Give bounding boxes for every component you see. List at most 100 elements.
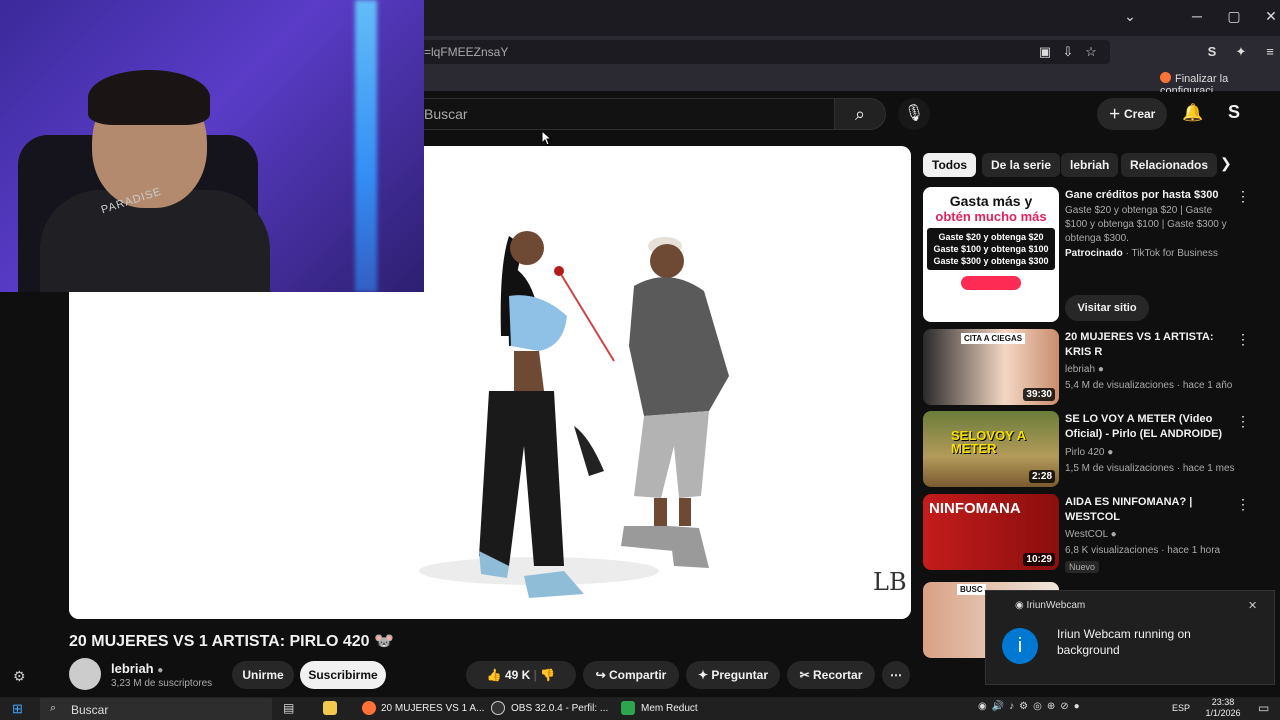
bookmark-star-icon[interactable]: ☆ bbox=[1082, 43, 1100, 61]
mem-reduct-icon[interactable] bbox=[621, 701, 635, 715]
notifications-bell-icon[interactable]: 🔔 bbox=[1182, 103, 1203, 123]
extension-s-icon[interactable]: S bbox=[1203, 43, 1221, 61]
new-badge: Nuevo bbox=[1065, 561, 1100, 573]
visit-site-button[interactable]: Visitar sitio bbox=[1065, 295, 1149, 321]
ad-thumb-line1: Gasta más y bbox=[949, 193, 1033, 209]
sponsored-label: Patrocinado bbox=[1065, 248, 1123, 259]
firefox-taskbar-icon[interactable] bbox=[362, 701, 376, 715]
taskbar-search-placeholder: Buscar bbox=[71, 703, 109, 717]
rec-menu-icon[interactable]: ⋮ bbox=[1236, 413, 1250, 430]
ask-label: Preguntar bbox=[711, 668, 769, 682]
microphone-icon: 🎙 bbox=[903, 105, 925, 122]
channel-name[interactable]: lebriah ● bbox=[111, 661, 163, 676]
rec-title-1[interactable]: 20 MUJERES VS 1 ARTISTA: KRIS R bbox=[1065, 330, 1225, 360]
rec-thumb-label-4: BUSC bbox=[957, 584, 986, 595]
advertiser-name: · TikTok for Business bbox=[1125, 248, 1218, 259]
ad-thumbnail[interactable]: Gasta más y obtén mucho más Gaste $20 y … bbox=[923, 187, 1059, 322]
chip-relacionados[interactable]: Relacionados bbox=[1121, 153, 1218, 177]
like-dislike-group[interactable]: 👍 49 K | 👎 bbox=[466, 661, 576, 689]
taskbar-item-firefox[interactable]: 20 MUJERES VS 1 A... bbox=[381, 703, 484, 714]
rec-channel-name: WestCOL bbox=[1065, 529, 1108, 540]
taskbar-item-obs[interactable]: OBS 32.0.4 - Perfil: ... bbox=[511, 703, 608, 714]
ad-menu-icon[interactable]: ⋮ bbox=[1236, 188, 1250, 205]
language-indicator[interactable]: ESP bbox=[1172, 703, 1190, 713]
chip-lebriah[interactable]: lebriah bbox=[1061, 153, 1119, 177]
rec-menu-icon[interactable]: ⋮ bbox=[1236, 496, 1250, 513]
duration-badge: 39:30 bbox=[1023, 388, 1055, 401]
windows-start-icon[interactable]: ⊞ bbox=[12, 701, 23, 717]
save-page-icon[interactable]: ⇩ bbox=[1059, 43, 1077, 61]
plus-icon: ＋ bbox=[1108, 107, 1124, 121]
rec-channel-1[interactable]: lebriah ● bbox=[1065, 363, 1235, 377]
rec-menu-icon[interactable]: ⋮ bbox=[1236, 331, 1250, 348]
info-icon: i bbox=[1002, 628, 1038, 664]
chevron-right-icon[interactable]: ❯ bbox=[1220, 155, 1232, 172]
ask-button[interactable]: ✦ Preguntar bbox=[686, 661, 780, 689]
taskbar-item-mem-reduct[interactable]: Mem Reduct bbox=[641, 703, 698, 714]
chip-todos[interactable]: Todos bbox=[923, 153, 977, 177]
verified-icon: ● bbox=[1107, 447, 1114, 458]
picture-in-picture-icon[interactable]: ▣ bbox=[1036, 43, 1054, 61]
ad-title[interactable]: Gane créditos por hasta $300 bbox=[1065, 188, 1225, 203]
rec-thumbnail-1[interactable]: CITA A CIEGAS 39:30 bbox=[923, 329, 1059, 405]
ad-thumb-line4: Gaste $100 y obtenga $100 bbox=[933, 244, 1049, 254]
search-input[interactable] bbox=[410, 98, 834, 130]
extensions-puzzle-icon[interactable]: ✦ bbox=[1232, 43, 1250, 61]
led-strip bbox=[355, 0, 377, 292]
menu-icon[interactable]: ≡ bbox=[1261, 43, 1279, 61]
clock[interactable]: 23:38 1/1/2026 bbox=[1202, 697, 1244, 719]
rec-meta-1: 5,4 M de visualizaciones · hace 1 año bbox=[1065, 380, 1233, 391]
share-button[interactable]: ↪ Compartir bbox=[583, 661, 679, 689]
create-button[interactable]: ＋ Crear bbox=[1097, 98, 1167, 130]
subscriber-count: 3,23 M de suscriptores bbox=[111, 678, 213, 689]
ad-description: Gaste $20 y obtenga $20 | Gaste $100 y o… bbox=[1065, 205, 1227, 244]
maximize-button[interactable]: ▢ bbox=[1219, 8, 1249, 25]
ad-thumb-line3: Gaste $20 y obtenga $20 bbox=[938, 232, 1044, 242]
close-window-button[interactable]: ✕ bbox=[1256, 8, 1280, 25]
notification-center-icon[interactable]: ▭ bbox=[1258, 701, 1269, 715]
search-placeholder: Buscar bbox=[424, 106, 468, 122]
rec-channel-2[interactable]: Pirlo 420 ● bbox=[1065, 446, 1235, 460]
clock-time: 23:38 bbox=[1211, 697, 1235, 707]
account-avatar-icon[interactable]: S bbox=[1228, 102, 1240, 123]
settings-gear-icon[interactable]: ⚙ bbox=[13, 668, 26, 685]
ad-thumb-line5: Gaste $300 y obtenga $300 bbox=[933, 256, 1049, 266]
clip-button[interactable]: ✂ Recortar bbox=[787, 661, 875, 689]
rec-channel-name: lebriah bbox=[1065, 364, 1096, 375]
task-view-icon[interactable]: ▤ bbox=[283, 701, 294, 715]
voice-search-button[interactable]: 🎙 bbox=[898, 98, 930, 130]
rec-thumb-label-3: NINFOMANA bbox=[929, 500, 1021, 517]
address-bar[interactable] bbox=[410, 40, 1110, 64]
rec-thumbnail-3[interactable]: NINFOMANA 10:29 bbox=[923, 494, 1059, 570]
tab-list-dropdown-icon[interactable]: ⌄ bbox=[1115, 8, 1145, 25]
video-title: 20 MUJERES VS 1 ARTISTA: PIRLO 420 🐭 bbox=[69, 633, 394, 650]
channel-name-text: lebriah bbox=[111, 661, 154, 676]
search-icon: ⌕ bbox=[854, 104, 866, 124]
file-explorer-icon[interactable] bbox=[323, 701, 337, 715]
rec-meta-3: 6,8 K visualizaciones · hace 1 hora bbox=[1065, 545, 1221, 556]
rec-meta-2: 1,5 M de visualizaciones · hace 1 mes bbox=[1065, 463, 1235, 474]
duration-badge: 2:28 bbox=[1028, 470, 1055, 483]
rec-title-3[interactable]: AIDA ES NINFOMANA? | WESTCOL bbox=[1065, 495, 1225, 525]
rec-title-2[interactable]: SE LO VOY A METER (Video Oficial) - Pirl… bbox=[1065, 412, 1225, 442]
thumbs-up-icon[interactable]: 👍 bbox=[487, 668, 502, 682]
duration-badge: 10:29 bbox=[1023, 553, 1055, 566]
rec-channel-3[interactable]: WestCOL ● bbox=[1065, 528, 1235, 542]
taskbar-search-icon: ⌕ bbox=[50, 702, 57, 714]
subscribe-button[interactable]: Suscribirme bbox=[300, 661, 386, 689]
clip-label: Recortar bbox=[813, 668, 863, 682]
firefox-icon bbox=[1160, 72, 1171, 83]
channel-avatar[interactable] bbox=[69, 658, 101, 690]
rec-thumbnail-2[interactable]: SELOVOY A METER 2:28 bbox=[923, 411, 1059, 487]
close-notification-icon[interactable]: ✕ bbox=[1248, 599, 1257, 612]
search-button[interactable]: ⌕ bbox=[834, 98, 886, 130]
obs-icon[interactable] bbox=[491, 701, 505, 715]
system-tray-icons[interactable]: ◉🔊♪⚙◎⊕⊘● bbox=[978, 701, 1085, 712]
chip-de-la-serie[interactable]: De la serie bbox=[982, 153, 1061, 177]
thumbs-down-icon[interactable]: 👎 bbox=[540, 668, 555, 682]
notification-message: Iriun Webcam running on background bbox=[1057, 627, 1191, 657]
more-actions-button[interactable]: ⋯ bbox=[882, 661, 910, 689]
minimize-button[interactable]: ─ bbox=[1182, 8, 1212, 24]
channel-watermark-logo: LB bbox=[873, 568, 907, 596]
join-button[interactable]: Unirme bbox=[232, 661, 294, 689]
